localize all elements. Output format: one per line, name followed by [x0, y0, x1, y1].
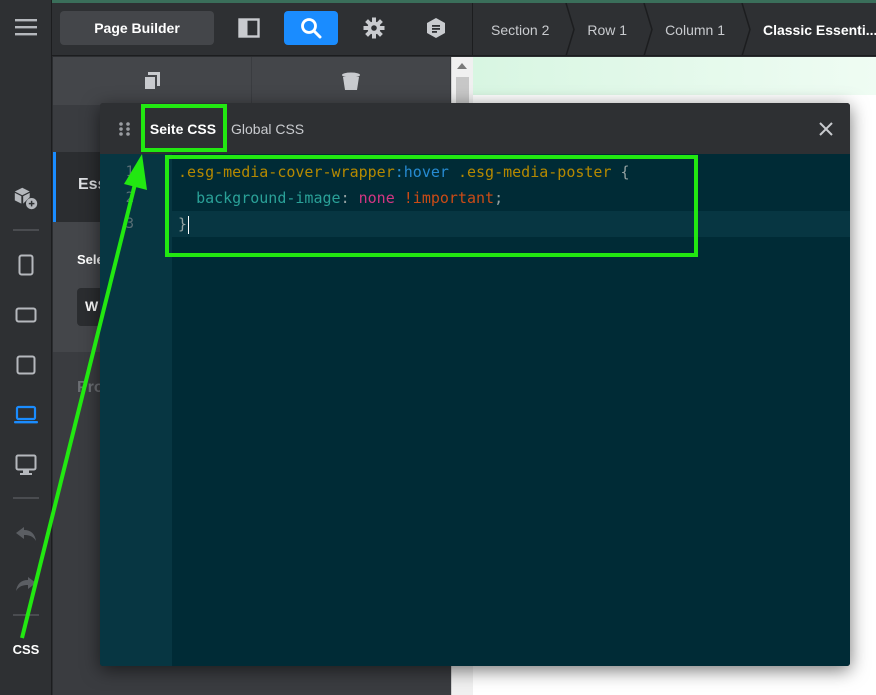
css-brace: }: [178, 215, 188, 233]
breadcrumb-label: Column 1: [665, 21, 725, 38]
breadcrumb-current[interactable]: Classic Essenti...: [745, 3, 876, 56]
duplicate-tab[interactable]: [53, 57, 251, 105]
delete-tab[interactable]: [252, 57, 450, 105]
breadcrumb-item[interactable]: Row 1: [569, 3, 653, 56]
css-property: background-image: [196, 189, 341, 207]
breadcrumb-label: Row 1: [587, 21, 628, 38]
page-builder-app: CSS Page Builder Section 2 Row 1 Column …: [0, 0, 876, 695]
top-toolbar: Page Builder Section 2 Row 1 Column 1 Cl…: [52, 0, 876, 56]
preview-header-band: [473, 57, 876, 95]
css-editor-modal: Seite CSS Global CSS 1 2 3 .esg-media-co…: [100, 103, 850, 666]
css-selector: .esg-media-poster: [448, 163, 612, 181]
breadcrumb: Section 2 Row 1 Column 1 Classic Essenti…: [472, 3, 876, 56]
text-cursor: [188, 215, 190, 234]
mobile-portrait-icon[interactable]: [12, 251, 40, 279]
redo-icon[interactable]: [12, 570, 40, 598]
rail-separator: [13, 497, 39, 499]
rail-separator: [13, 229, 39, 231]
modal-header: Seite CSS Global CSS: [100, 103, 850, 154]
breadcrumb-item[interactable]: Column 1: [647, 3, 751, 56]
page-builder-button[interactable]: Page Builder: [60, 11, 214, 45]
line-number: 2: [125, 190, 134, 206]
css-selector: .esg-media-cover-wrapper: [178, 163, 395, 181]
close-icon[interactable]: [816, 119, 836, 139]
panel-tabs: [53, 57, 451, 105]
desktop-icon[interactable]: [12, 451, 40, 479]
line-number: 3: [125, 216, 134, 232]
add-module-icon[interactable]: [12, 184, 40, 212]
tab-global-css[interactable]: Global CSS: [231, 103, 304, 154]
tablet-icon[interactable]: [12, 351, 40, 379]
drag-handle-icon[interactable]: [118, 121, 132, 137]
trash-icon: [342, 72, 360, 90]
breadcrumb-label: Section 2: [491, 21, 550, 38]
css-colon: :: [340, 189, 359, 207]
line-number: 1: [125, 164, 134, 180]
stack-icon[interactable]: [409, 11, 463, 45]
gear-icon[interactable]: [347, 11, 401, 45]
laptop-icon[interactable]: [12, 401, 40, 429]
css-value: none: [358, 189, 395, 207]
layout-panel-icon[interactable]: [222, 11, 276, 45]
css-important: !important: [394, 189, 495, 207]
left-rail: CSS: [0, 0, 52, 695]
code-line-2: background-image: none !important;: [178, 185, 503, 211]
copy-icon: [143, 72, 160, 91]
code-line-1: .esg-media-cover-wrapper:hover .esg-medi…: [178, 159, 630, 185]
tab-seite-css[interactable]: Seite CSS: [140, 103, 226, 154]
line-number-gutter: 1 2 3: [100, 154, 172, 666]
rail-separator: [13, 614, 39, 616]
css-pseudo-class: :hover: [394, 163, 449, 181]
code-line-3: }: [178, 211, 190, 237]
mobile-landscape-icon[interactable]: [12, 301, 40, 329]
active-line-highlight: [172, 211, 850, 237]
css-rail-button[interactable]: CSS: [0, 642, 52, 657]
hamburger-menu-icon[interactable]: [12, 13, 40, 41]
breadcrumb-item[interactable]: Section 2: [473, 3, 576, 56]
css-brace: {: [611, 163, 630, 181]
undo-icon[interactable]: [12, 520, 40, 548]
search-icon[interactable]: [284, 11, 338, 45]
breadcrumb-label: Classic Essenti...: [762, 21, 876, 38]
css-semicolon: ;: [494, 189, 504, 207]
scroll-up-icon[interactable]: [457, 63, 467, 69]
code-editor[interactable]: 1 2 3 .esg-media-cover-wrapper:hover .es…: [100, 154, 850, 666]
